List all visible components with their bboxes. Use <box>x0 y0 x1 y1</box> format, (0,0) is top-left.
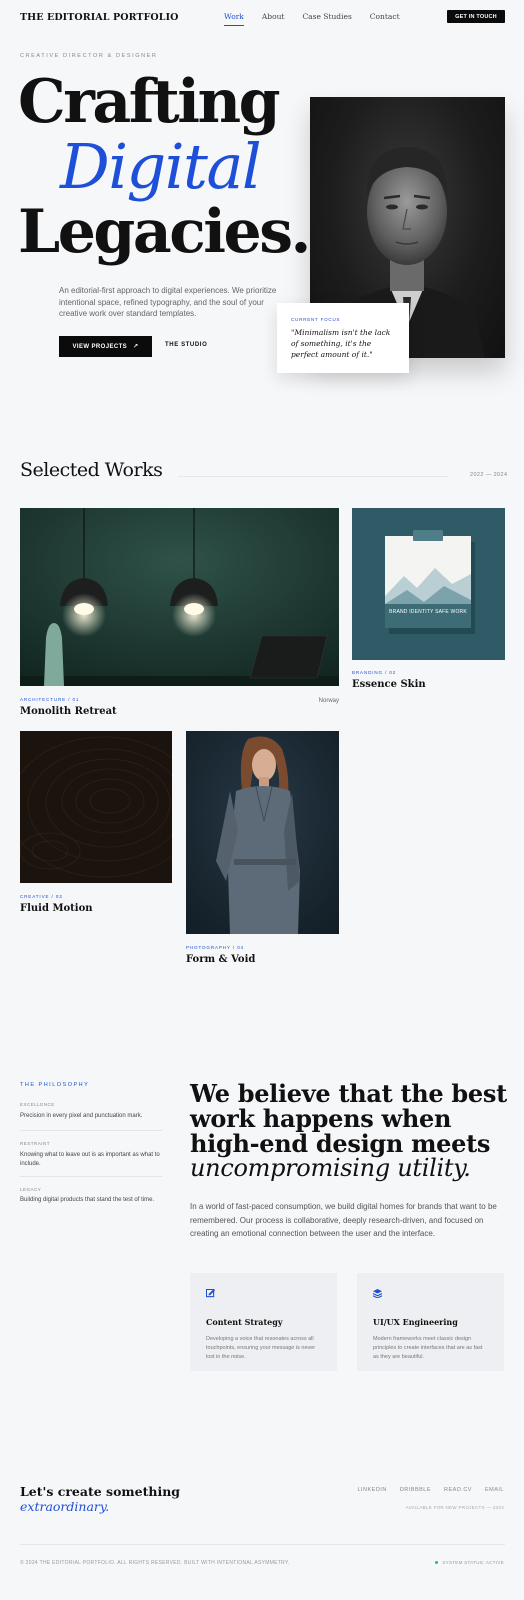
project-title[interactable]: Essence Skin <box>352 679 426 690</box>
philosophy-body: In a world of fast-paced consumption, we… <box>190 1202 497 1238</box>
footer-link-linkedin[interactable]: LINKEDIN <box>357 1487 386 1493</box>
brand-logo[interactable]: THE EDITORIAL PORTFOLIO <box>20 12 179 23</box>
project-title[interactable]: Monolith Retreat <box>20 706 117 717</box>
philosophy-headline-text: We believe that the best work happens wh… <box>190 1079 507 1158</box>
hero-subtitle: An editorial-first approach to digital e… <box>59 286 277 318</box>
project-image-essence[interactable]: BRAND IDENTITY SAFE WORK <box>352 508 505 660</box>
project-image-fluid[interactable] <box>20 731 172 883</box>
essence-image-text: BRAND IDENTITY SAFE WORK <box>389 609 467 615</box>
main-nav: Work About Case Studies Contact <box>224 12 418 26</box>
status-text: SYSTEM STATUS: ACTIVE <box>442 1560 504 1565</box>
hero-eyebrow: CREATIVE DIRECTOR & DESIGNER <box>20 53 158 59</box>
service-card-ui-ux: UI/UX Engineering Modern frameworks meet… <box>357 1273 504 1371</box>
principle-divider <box>20 1176 162 1177</box>
footer-link-email[interactable]: EMAIL <box>485 1487 504 1493</box>
project-category: ARCHITECTURE / 01 <box>20 697 80 702</box>
philosophy-label: THE PHILOSOPHY <box>20 1082 90 1088</box>
footer-link-readcv[interactable]: READ.CV <box>444 1487 472 1493</box>
nav-work[interactable]: Work <box>224 12 244 26</box>
service-card-content-strategy: Content Strategy Developing a voice that… <box>190 1273 337 1371</box>
copyright: © 2024 THE EDITORIAL PORTFOLIO. ALL RIGH… <box>20 1560 290 1566</box>
project-location: Norway <box>318 698 339 704</box>
philosophy-headline: We believe that the best work happens wh… <box>190 1081 510 1181</box>
principle-value: Building digital products that stand the… <box>20 1197 155 1203</box>
principle-key: EXCELLENCE <box>20 1102 55 1107</box>
quote-card: CURRENT FOCUS "Minimalism isn't the lack… <box>277 303 409 373</box>
principle-key: LEGACY <box>20 1187 42 1192</box>
principle-value: Precision in every pixel and punctuation… <box>20 1113 143 1119</box>
edit-icon <box>205 1288 215 1298</box>
hero-title-line-1: Crafting <box>18 67 281 137</box>
footer-cta-line-2: extraordinary. <box>20 1499 110 1514</box>
footer-links: LINKEDIN DRIBBBLE READ.CV EMAIL <box>357 1487 504 1493</box>
footer-cta-line-1: Let's create something <box>20 1484 181 1499</box>
nav-about[interactable]: About <box>262 12 285 26</box>
principle-divider <box>20 1130 162 1131</box>
service-title: Content Strategy <box>206 1317 283 1327</box>
principle-value: Knowing what to leave out is as importan… <box>20 1152 160 1167</box>
project-title[interactable]: Form & Void <box>186 954 255 965</box>
project-category: PHOTOGRAPHY / 04 <box>186 945 244 950</box>
works-years: 2022 — 2024 <box>470 472 508 478</box>
project-image-monolith[interactable] <box>20 508 339 686</box>
hero-title-line-3: Legacies. <box>18 197 311 267</box>
get-in-touch-button[interactable]: GET IN TOUCH <box>447 10 505 23</box>
project-image-form-void[interactable] <box>186 731 339 934</box>
section-title-selected-works: Selected Works <box>20 459 163 481</box>
nav-case-studies[interactable]: Case Studies <box>302 12 351 26</box>
section-divider <box>178 476 448 477</box>
principle-key: RESTRAINT <box>20 1141 51 1146</box>
arrow-up-right-icon: ↗ <box>133 344 139 350</box>
system-status: SYSTEM STATUS: ACTIVE <box>435 1560 504 1565</box>
service-title: UI/UX Engineering <box>373 1317 458 1327</box>
quote-text: "Minimalism isn't the lack of something,… <box>291 328 391 359</box>
philosophy-headline-italic: uncompromising utility. <box>190 1154 471 1182</box>
view-projects-label: VIEW PROJECTS <box>72 343 128 350</box>
service-body: Modern frameworks meet classic design pr… <box>373 1336 483 1360</box>
status-dot-icon <box>435 1561 439 1564</box>
quote-label: CURRENT FOCUS <box>291 317 341 322</box>
view-projects-button[interactable]: VIEW PROJECTS ↗ <box>59 336 152 357</box>
hero-title-line-2: Digital <box>60 130 262 203</box>
the-studio-link[interactable]: THE STUDIO <box>165 342 207 348</box>
footer-divider <box>20 1544 505 1545</box>
layers-icon <box>372 1289 383 1299</box>
footer-link-dribbble[interactable]: DRIBBBLE <box>400 1487 431 1493</box>
project-title[interactable]: Fluid Motion <box>20 903 93 914</box>
availability-note: AVAILABLE FOR NEW PROJECTS — 2024 <box>405 1505 504 1510</box>
service-body: Developing a voice that resonates across… <box>206 1336 316 1360</box>
project-category: BRANDING / 02 <box>352 670 397 675</box>
project-category: CREATIVE / 03 <box>20 894 63 899</box>
nav-contact[interactable]: Contact <box>370 12 400 26</box>
